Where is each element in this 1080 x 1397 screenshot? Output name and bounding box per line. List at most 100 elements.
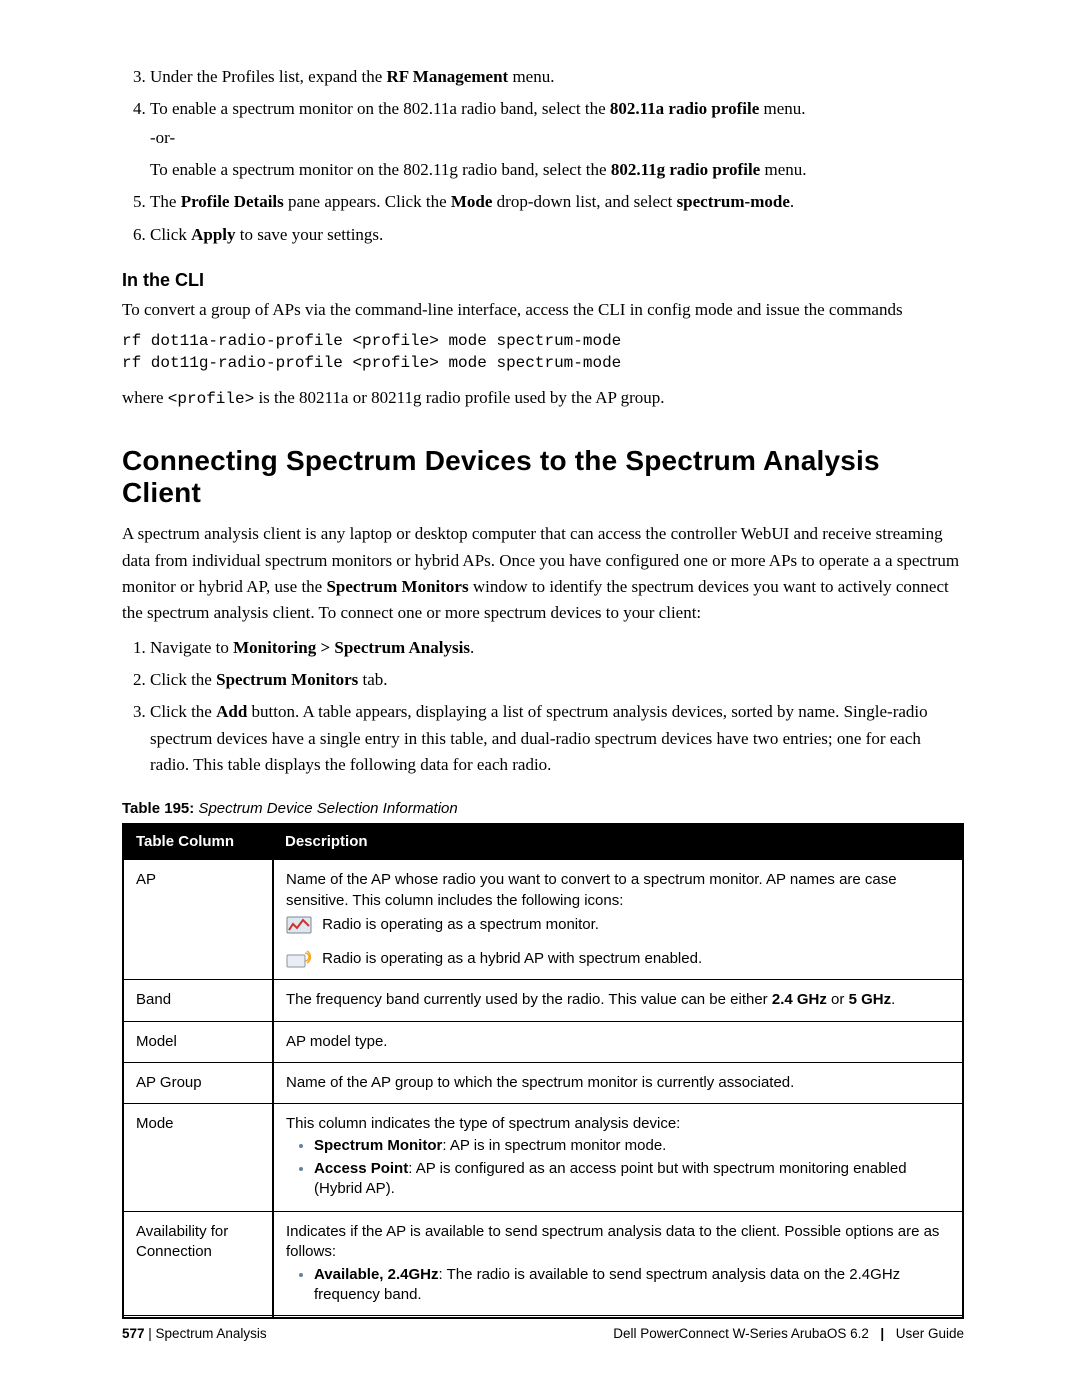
- bold: Spectrum Monitor: [314, 1137, 442, 1154]
- bold: Spectrum Monitors: [326, 577, 468, 596]
- cell-col2: AP model type.: [273, 1021, 963, 1062]
- text: Click the: [150, 702, 216, 721]
- text: : AP is in spectrum monitor mode.: [442, 1137, 666, 1154]
- bold: Profile Details: [181, 192, 284, 211]
- text: Click the: [150, 670, 216, 689]
- availability-list: Available, 2.4GHz: The radio is availabl…: [286, 1265, 950, 1306]
- cell-col1: Availability for Connection: [123, 1212, 273, 1319]
- bold: Monitoring > Spectrum Analysis: [233, 638, 470, 657]
- icon-line-1: Radio is operating as a spectrum monitor…: [286, 915, 950, 935]
- step-4: To enable a spectrum monitor on the 802.…: [150, 96, 964, 183]
- text: .: [470, 638, 474, 657]
- step-3: Click the Add button. A table appears, d…: [150, 699, 964, 778]
- footer-left: 577 | Spectrum Analysis: [122, 1326, 267, 1341]
- bold: 2.4 GHz: [772, 991, 827, 1008]
- bold: Available, 2.4GHz: [314, 1266, 439, 1283]
- cell-col2: Name of the AP group to which the spectr…: [273, 1062, 963, 1103]
- footer-chapter: Spectrum Analysis: [156, 1326, 267, 1341]
- step-2: Click the Spectrum Monitors tab.: [150, 667, 964, 693]
- bold: Mode: [451, 192, 493, 211]
- header-column-1: Table Column: [123, 824, 273, 860]
- text: or: [827, 991, 849, 1008]
- text: Under the Profiles list, expand the: [150, 67, 387, 86]
- text: To enable a spectrum monitor on the 802.…: [150, 99, 610, 118]
- text: The frequency band currently used by the…: [286, 991, 772, 1008]
- bold: Apply: [191, 225, 235, 244]
- cell-col2: The frequency band currently used by the…: [273, 980, 963, 1021]
- bold: Access Point: [314, 1160, 408, 1177]
- page-number: 577: [122, 1326, 145, 1341]
- text: tab.: [358, 670, 387, 689]
- cell-col1: AP: [123, 860, 273, 980]
- text: Name of the AP whose radio you want to c…: [286, 870, 950, 911]
- step-6: Click Apply to save your settings.: [150, 222, 964, 248]
- bold: Spectrum Monitors: [216, 670, 358, 689]
- footer-guide: User Guide: [896, 1326, 964, 1341]
- text: Radio is operating as a hybrid AP with s…: [322, 950, 702, 967]
- spectrum-device-table: Table Column Description AP Name of the …: [122, 823, 964, 1319]
- text: button. A table appears, displaying a li…: [150, 702, 928, 774]
- table-row: Model AP model type.: [123, 1021, 963, 1062]
- steps-top: Under the Profiles list, expand the RF M…: [122, 64, 964, 248]
- inline-code: <profile>: [168, 390, 254, 408]
- text: .: [790, 192, 794, 211]
- cli-where: where <profile> is the 80211a or 80211g …: [122, 385, 964, 412]
- text: .: [891, 991, 895, 1008]
- section-intro: A spectrum analysis client is any laptop…: [122, 521, 964, 626]
- table-caption: Table 195: Spectrum Device Selection Inf…: [122, 800, 964, 817]
- text: pane appears. Click the: [284, 192, 451, 211]
- hybrid-ap-icon: [286, 950, 312, 968]
- table-row: Mode This column indicates the type of s…: [123, 1104, 963, 1212]
- footer-right: Dell PowerConnect W-Series ArubaOS 6.2 |…: [613, 1326, 964, 1341]
- footer-product: Dell PowerConnect W-Series ArubaOS 6.2: [613, 1326, 869, 1341]
- table-row: Availability for Connection Indicates if…: [123, 1212, 963, 1319]
- icon-line-2: Radio is operating as a hybrid AP with s…: [286, 949, 950, 969]
- text: drop-down list, and select: [492, 192, 676, 211]
- cell-col2: Name of the AP whose radio you want to c…: [273, 860, 963, 980]
- step-4-alt: To enable a spectrum monitor on the 802.…: [150, 157, 964, 183]
- cell-col1: AP Group: [123, 1062, 273, 1103]
- cell-col2: Indicates if the AP is available to send…: [273, 1212, 963, 1319]
- caption-title: Spectrum Device Selection Information: [194, 800, 457, 817]
- bold: 802.11g radio profile: [611, 160, 760, 179]
- mode-list: Spectrum Monitor: AP is in spectrum moni…: [286, 1136, 950, 1199]
- text: To enable a spectrum monitor on the 802.…: [150, 160, 611, 179]
- footer-sep: |: [877, 1326, 888, 1341]
- text: Indicates if the AP is available to send…: [286, 1222, 950, 1263]
- table-row: Band The frequency band currently used b…: [123, 980, 963, 1021]
- bold: Add: [216, 702, 247, 721]
- list-item: Access Point: AP is configured as an acc…: [314, 1159, 950, 1200]
- table-row: AP Group Name of the AP group to which t…: [123, 1062, 963, 1103]
- text: This column indicates the type of spectr…: [286, 1114, 950, 1134]
- footer-bar: |: [145, 1326, 156, 1341]
- header-column-2: Description: [273, 824, 963, 860]
- text: to save your settings.: [236, 225, 384, 244]
- cell-col1: Mode: [123, 1104, 273, 1212]
- list-item: Available, 2.4GHz: The radio is availabl…: [314, 1265, 950, 1306]
- text: Navigate to: [150, 638, 233, 657]
- list-item: Spectrum Monitor: AP is in spectrum moni…: [314, 1136, 950, 1156]
- or-separator: -or-: [150, 125, 964, 151]
- cli-heading: In the CLI: [122, 270, 964, 291]
- cli-intro: To convert a group of APs via the comman…: [122, 297, 964, 323]
- cell-col1: Model: [123, 1021, 273, 1062]
- step-5: The Profile Details pane appears. Click …: [150, 189, 964, 215]
- text: Click: [150, 225, 191, 244]
- page-footer: 577 | Spectrum Analysis Dell PowerConnec…: [122, 1315, 964, 1341]
- text: where: [122, 388, 168, 407]
- cell-col1: Band: [123, 980, 273, 1021]
- text: Radio is operating as a spectrum monitor…: [322, 916, 599, 933]
- cli-code-block: rf dot11a-radio-profile <profile> mode s…: [122, 331, 964, 374]
- steps-section: Navigate to Monitoring > Spectrum Analys…: [122, 635, 964, 779]
- text: The: [150, 192, 181, 211]
- text: menu.: [759, 99, 805, 118]
- bold: 5 GHz: [849, 991, 892, 1008]
- step-1: Navigate to Monitoring > Spectrum Analys…: [150, 635, 964, 661]
- spectrum-monitor-icon: [286, 916, 312, 934]
- text: menu.: [760, 160, 806, 179]
- table-header-row: Table Column Description: [123, 824, 963, 860]
- step-3: Under the Profiles list, expand the RF M…: [150, 64, 964, 90]
- text: is the 80211a or 80211g radio profile us…: [254, 388, 664, 407]
- caption-label: Table 195:: [122, 800, 194, 817]
- section-title: Connecting Spectrum Devices to the Spect…: [122, 445, 964, 509]
